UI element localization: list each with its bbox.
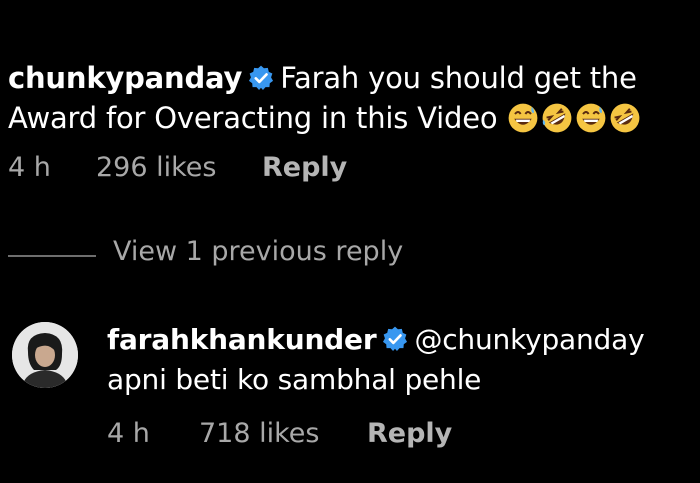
- reply-time: 4 h: [107, 418, 150, 449]
- avatar[interactable]: [12, 322, 78, 388]
- reply-button[interactable]: Reply: [367, 418, 452, 449]
- grinning-sweat-emoji-icon: [509, 103, 538, 133]
- comment-text-line1: Farah you should get the: [280, 61, 637, 95]
- view-previous-replies[interactable]: View 1 previous reply: [8, 236, 608, 276]
- rofl-emoji-icon: [543, 103, 572, 133]
- comment-username[interactable]: chunkypanday: [8, 61, 242, 95]
- profile-photo-icon: [12, 322, 78, 388]
- grinning-sweat-emoji-icon: [577, 103, 606, 133]
- reply-likes[interactable]: 718 likes: [199, 418, 319, 449]
- reply-username[interactable]: farahkhankunder: [107, 323, 377, 356]
- verified-badge-icon: [249, 65, 274, 91]
- comment-body: chunkypanday Farah you should get the Aw…: [8, 58, 698, 144]
- comment-item-reply: farahkhankunder @chunkypanday apni beti …: [107, 320, 697, 400]
- rofl-emoji-icon: [611, 103, 640, 133]
- divider-line: [8, 255, 96, 257]
- comment-likes[interactable]: 296 likes: [96, 152, 216, 183]
- mention-link[interactable]: @chunkypanday: [414, 323, 644, 356]
- reply-button[interactable]: Reply: [262, 152, 347, 183]
- comment-item-main: chunkypanday Farah you should get the Aw…: [8, 58, 698, 144]
- reply-text: apni beti ko sambhal pehle: [107, 363, 482, 396]
- comment-time: 4 h: [8, 152, 51, 183]
- comment-text-line2: Award for Overacting in this Video: [8, 101, 498, 135]
- reply-body: farahkhankunder @chunkypanday apni beti …: [107, 320, 697, 400]
- comment-meta-reply: 4 h 718 likes Reply: [107, 418, 667, 454]
- view-previous-label[interactable]: View 1 previous reply: [113, 236, 403, 267]
- emoji-group: [507, 102, 643, 144]
- verified-badge-icon: [383, 326, 408, 352]
- comment-meta-main: 4 h 296 likes Reply: [8, 152, 608, 188]
